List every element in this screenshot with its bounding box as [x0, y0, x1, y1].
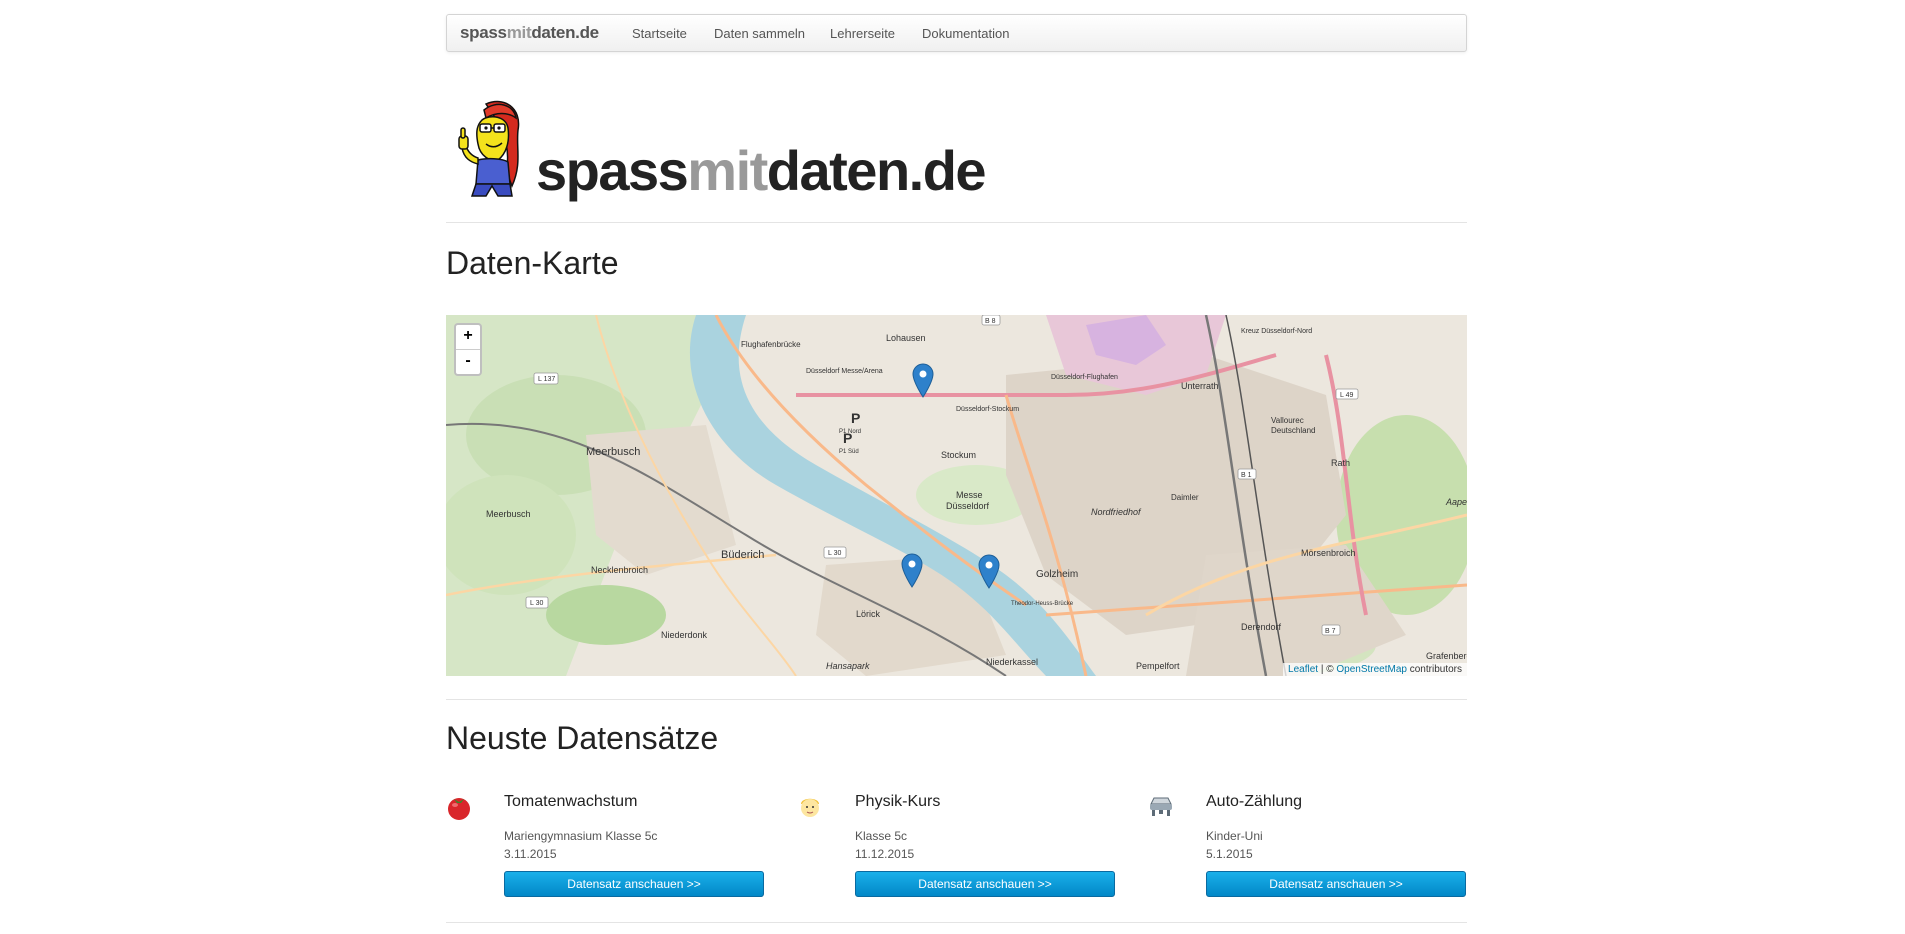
svg-text:Aaper: Aaper — [1445, 497, 1467, 507]
dataset-org: Kinder-Uni — [1206, 829, 1263, 843]
svg-text:Düsseldorf: Düsseldorf — [946, 501, 990, 511]
zoom-in-button[interactable]: + — [456, 325, 480, 350]
dataset-date: 11.12.2015 — [855, 847, 915, 861]
logo-text: spassmitdaten.de — [536, 138, 987, 203]
dataset-title: Auto-Zählung — [1206, 793, 1303, 810]
face-icon — [801, 798, 819, 817]
divider — [446, 922, 1467, 923]
svg-text:Meerbusch: Meerbusch — [486, 509, 531, 519]
map-attribution: Leaflet | © OpenStreetMap contributors — [1283, 663, 1467, 676]
svg-text:Mörsenbroich: Mörsenbroich — [1301, 548, 1356, 558]
svg-text:Lohausen: Lohausen — [886, 333, 926, 343]
dataset-meta: Klasse 5c 11.12.2015 — [855, 827, 914, 863]
tomato-icon — [448, 798, 470, 820]
dataset-meta: Mariengymnasium Klasse 5c 3.11.2015 — [504, 827, 657, 863]
svg-text:L 30: L 30 — [530, 600, 543, 607]
dataset-org: Mariengymnasium Klasse 5c — [504, 829, 658, 843]
svg-text:P1 Süd: P1 Süd — [839, 449, 859, 455]
svg-text:P: P — [851, 410, 860, 426]
map-marker-icon[interactable] — [977, 553, 1001, 589]
map-heading: Daten-Karte — [446, 245, 619, 281]
dataset-title: Physik-Kurs — [855, 793, 941, 810]
svg-text:Nordfriedhof: Nordfriedhof — [1091, 507, 1142, 517]
svg-text:L 49: L 49 — [1340, 392, 1353, 399]
map-tiles: Lohausen Flughafenbrücke Meerbusch Meerb… — [446, 315, 1467, 676]
dataset-card: Auto-Zählung Kinder-Uni 5.1.2015 Datensa… — [1148, 790, 1468, 900]
zoom-control: + - — [454, 323, 482, 376]
svg-text:Düsseldorf Messe/Arena: Düsseldorf Messe/Arena — [806, 368, 883, 375]
brand-text-mid: mit — [506, 23, 532, 42]
map-marker-icon[interactable] — [900, 552, 924, 588]
dataset-list: Tomatenwachstum Mariengymnasium Klasse 5… — [446, 790, 1467, 900]
dataset-title: Tomatenwachstum — [504, 793, 638, 810]
divider — [446, 222, 1467, 223]
svg-text:Hansapark: Hansapark — [826, 661, 870, 671]
svg-text:Flughafenbrücke: Flughafenbrücke — [741, 340, 801, 349]
svg-text:Golzheim: Golzheim — [1036, 569, 1078, 580]
site-logo: spassmitdaten.de — [456, 100, 1036, 203]
svg-text:Derendorf: Derendorf — [1241, 622, 1282, 632]
mascot-icon — [458, 100, 520, 197]
leaflet-link[interactable]: Leaflet — [1288, 664, 1318, 675]
zoom-out-button[interactable]: - — [456, 350, 480, 374]
dataset-date: 5.1.2015 — [1206, 847, 1253, 861]
svg-text:Meerbusch: Meerbusch — [586, 446, 640, 458]
attribution-sep: | © — [1318, 664, 1337, 675]
svg-text:Grafenberg: Grafenberg — [1426, 651, 1467, 661]
attribution-suffix: contributors — [1406, 664, 1462, 675]
svg-text:Lörick: Lörick — [856, 609, 881, 619]
svg-text:Messe: Messe — [956, 490, 983, 500]
dataset-card: Physik-Kurs Klasse 5c 11.12.2015 Datensa… — [797, 790, 1117, 900]
svg-text:Düsseldorf-Flughafen: Düsseldorf-Flughafen — [1051, 374, 1118, 381]
view-dataset-button[interactable]: Datensatz anschauen >> — [855, 871, 1115, 897]
svg-text:Unterrath: Unterrath — [1181, 381, 1219, 391]
svg-text:Düsseldorf-Stockum: Düsseldorf-Stockum — [956, 406, 1019, 413]
logo-text-end: daten.de — [766, 139, 987, 202]
svg-text:B 8: B 8 — [985, 318, 996, 325]
svg-text:Stockum: Stockum — [941, 450, 976, 460]
view-dataset-button[interactable]: Datensatz anschauen >> — [504, 871, 764, 897]
svg-text:P1 Nord: P1 Nord — [839, 429, 861, 435]
nav-lehrerseite[interactable]: Lehrerseite — [830, 26, 895, 41]
logo-text-start: spass — [536, 139, 689, 202]
brand-text-start: spass — [460, 23, 507, 42]
svg-text:Deutschland: Deutschland — [1271, 426, 1315, 435]
svg-text:Niederdonk: Niederdonk — [661, 630, 708, 640]
svg-text:Necklenbroich: Necklenbroich — [591, 565, 648, 575]
car-icon — [1150, 797, 1172, 816]
svg-text:Rath: Rath — [1331, 458, 1350, 468]
nav-startseite[interactable]: Startseite — [632, 26, 687, 41]
svg-text:L 30: L 30 — [828, 550, 841, 557]
osm-link[interactable]: OpenStreetMap — [1336, 664, 1407, 675]
dataset-org: Klasse 5c — [855, 829, 908, 843]
view-dataset-button[interactable]: Datensatz anschauen >> — [1206, 871, 1466, 897]
divider — [446, 699, 1467, 700]
top-navbar: spassmitdaten.de Startseite Daten sammel… — [446, 14, 1467, 52]
nav-daten-sammeln[interactable]: Daten sammeln — [714, 26, 805, 41]
data-map[interactable]: Lohausen Flughafenbrücke Meerbusch Meerb… — [446, 315, 1467, 676]
svg-text:Niederkassel: Niederkassel — [986, 657, 1038, 667]
nav-dokumentation[interactable]: Dokumentation — [922, 26, 1009, 41]
datasets-heading: Neuste Datensätze — [446, 720, 719, 756]
dataset-meta: Kinder-Uni 5.1.2015 — [1206, 827, 1263, 863]
map-marker-icon[interactable] — [911, 362, 935, 398]
svg-text:L 137: L 137 — [538, 376, 555, 383]
svg-text:Büderich: Büderich — [721, 549, 764, 561]
svg-text:Kreuz Düsseldorf-Nord: Kreuz Düsseldorf-Nord — [1241, 328, 1312, 335]
svg-text:Daimler: Daimler — [1171, 493, 1199, 502]
svg-text:B 7: B 7 — [1325, 628, 1336, 635]
svg-text:Vallourec: Vallourec — [1271, 416, 1304, 425]
logo-text-mid: mit — [687, 139, 768, 202]
dataset-date: 3.11.2015 — [504, 847, 557, 861]
svg-text:Theodor-Heuss-Brücke: Theodor-Heuss-Brücke — [1011, 601, 1074, 607]
svg-text:B 1: B 1 — [1241, 472, 1252, 479]
brand-text-end: daten.de — [531, 23, 599, 42]
svg-text:Pempelfort: Pempelfort — [1136, 661, 1180, 671]
brand-link[interactable]: spassmitdaten.de — [460, 23, 599, 43]
dataset-card: Tomatenwachstum Mariengymnasium Klasse 5… — [446, 790, 766, 900]
